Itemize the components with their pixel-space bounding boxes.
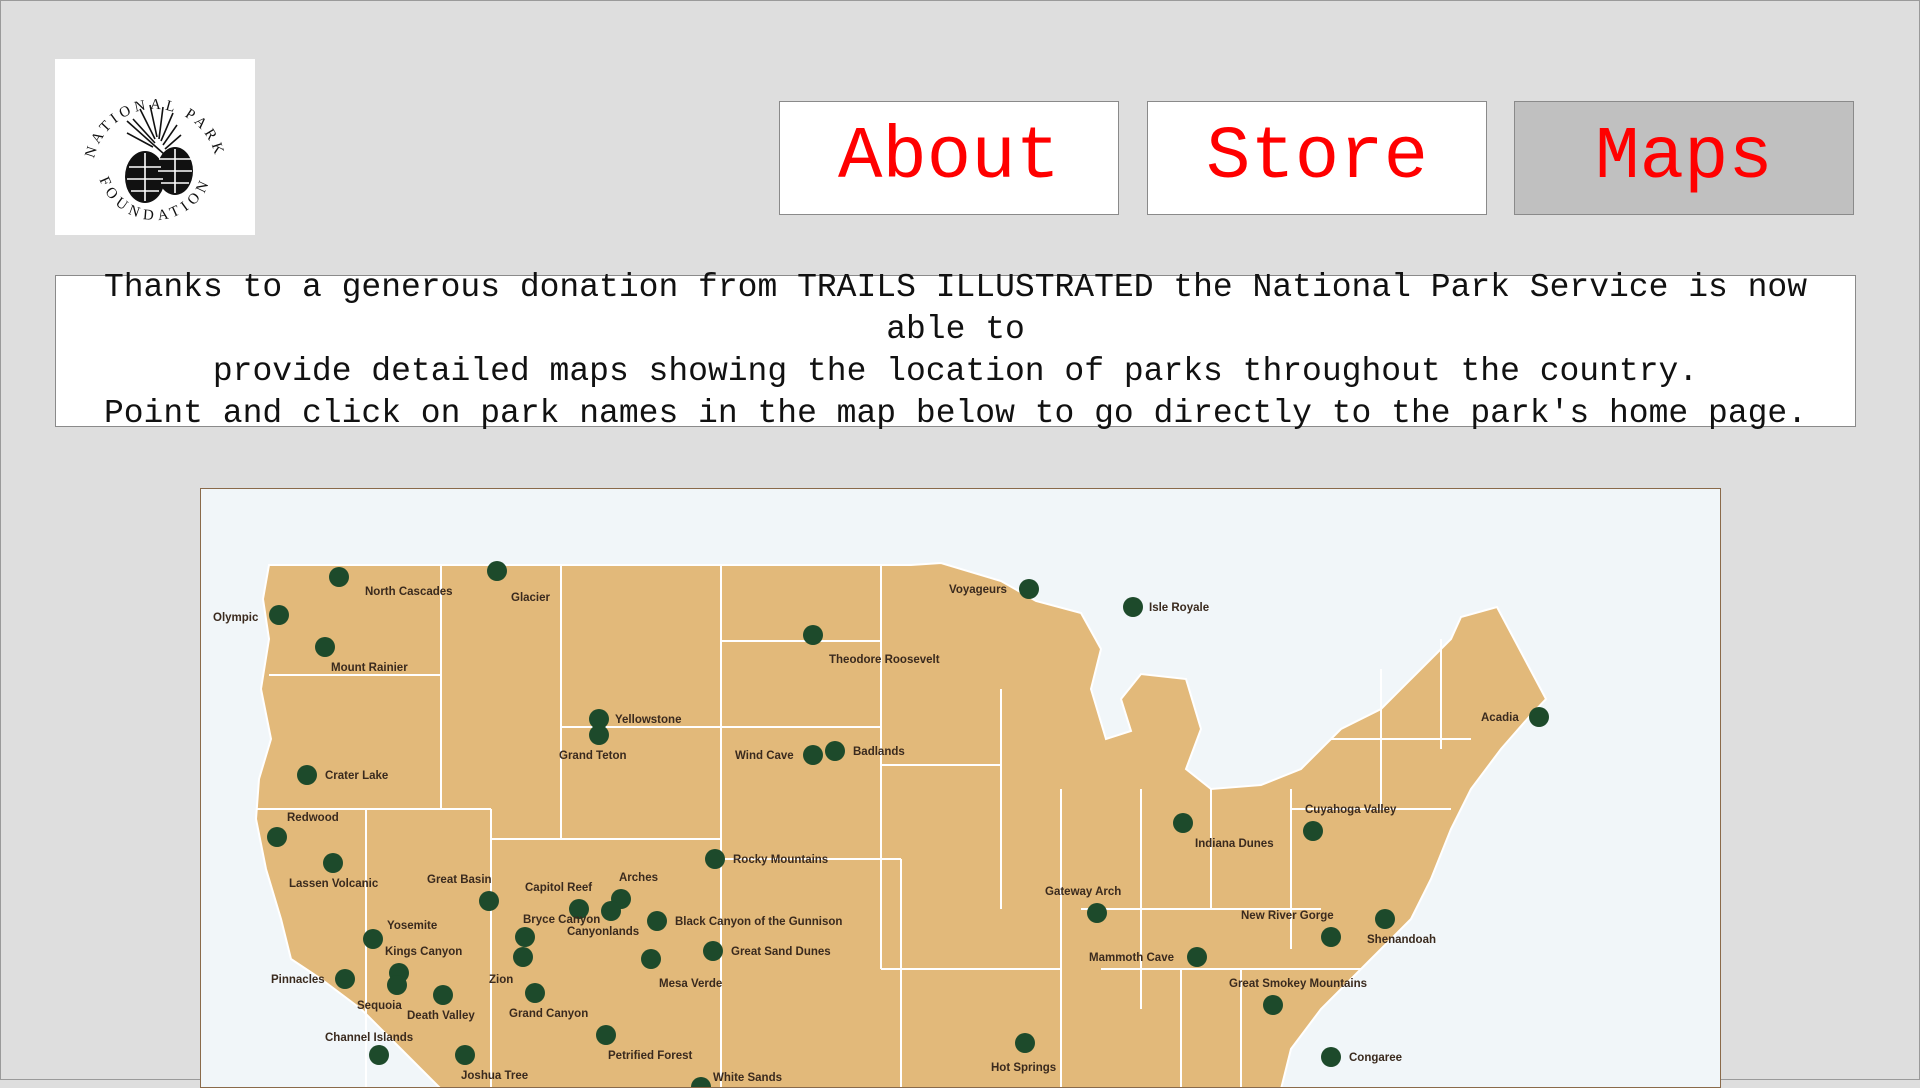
park-label-glacier[interactable]: Glacier — [511, 592, 551, 604]
park-label-canyonlands[interactable]: Canyonlands — [567, 926, 639, 938]
park-label-death-valley[interactable]: Death Valley — [407, 1010, 475, 1022]
park-label-olympic[interactable]: Olympic — [213, 612, 259, 624]
park-label-shenandoah[interactable]: Shenandoah — [1367, 934, 1436, 946]
park-marker-cuyahoga-valley[interactable] — [1303, 821, 1323, 841]
park-marker-rocky-mountains[interactable] — [705, 849, 725, 869]
park-marker-hot-springs[interactable] — [1015, 1033, 1035, 1053]
park-label-mammoth-cave[interactable]: Mammoth Cave — [1089, 952, 1174, 964]
park-label-yellowstone[interactable]: Yellowstone — [615, 714, 681, 726]
park-label-gateway-arch[interactable]: Gateway Arch — [1045, 886, 1121, 898]
about-button[interactable]: About — [779, 101, 1119, 215]
park-label-voyageurs[interactable]: Voyageurs — [949, 584, 1007, 596]
park-link-congaree[interactable]: Congaree — [1321, 1047, 1402, 1067]
park-marker-bryce-canyon[interactable] — [515, 927, 535, 947]
park-label-arches[interactable]: Arches — [619, 872, 658, 884]
park-label-joshua-tree[interactable]: Joshua Tree — [461, 1070, 528, 1082]
park-marker-theodore-roosevelt[interactable] — [803, 625, 823, 645]
park-label-bryce-canyon[interactable]: Bryce Canyon — [523, 914, 600, 926]
park-label-new-river-gorge[interactable]: New River Gorge — [1241, 910, 1334, 922]
park-marker-shenandoah[interactable] — [1375, 909, 1395, 929]
park-label-capitol-reef[interactable]: Capitol Reef — [525, 882, 592, 894]
park-label-grand-canyon[interactable]: Grand Canyon — [509, 1008, 588, 1020]
park-label-lassen-volcanic[interactable]: Lassen Volcanic — [289, 878, 379, 890]
park-label-pinnacles[interactable]: Pinnacles — [271, 974, 325, 986]
park-label-grand-teton[interactable]: Grand Teton — [559, 750, 627, 762]
park-marker-voyageurs[interactable] — [1019, 579, 1039, 599]
park-marker-death-valley[interactable] — [433, 985, 453, 1005]
park-marker-acadia[interactable] — [1529, 707, 1549, 727]
park-marker-petrified-forest[interactable] — [596, 1025, 616, 1045]
park-marker-grand-canyon[interactable] — [525, 983, 545, 1003]
park-label-great-smokey-mountains[interactable]: Great Smokey Mountains — [1229, 978, 1367, 990]
store-button[interactable]: Store — [1147, 101, 1487, 215]
park-marker-channel-islands[interactable] — [369, 1045, 389, 1065]
park-label-isle-royale[interactable]: Isle Royale — [1149, 602, 1209, 614]
park-label-great-sand-dunes[interactable]: Great Sand Dunes — [731, 946, 831, 958]
park-marker-great-basin[interactable] — [479, 891, 499, 911]
intro-line-3: Point and click on park names in the map… — [103, 395, 1808, 432]
park-marker-lassen-volcanic[interactable] — [323, 853, 343, 873]
park-marker-gateway-arch[interactable] — [1087, 903, 1107, 923]
park-marker-yosemite[interactable] — [363, 929, 383, 949]
park-label-rocky-mountains[interactable]: Rocky Mountains — [733, 854, 828, 866]
park-label-congaree[interactable]: Congaree — [1349, 1052, 1402, 1064]
park-label-sequoia[interactable]: Sequoia — [357, 1000, 402, 1012]
national-park-foundation-logo[interactable]: NATIONAL PARK FOUNDATION — [55, 59, 255, 235]
park-label-crater-lake[interactable]: Crater Lake — [325, 770, 388, 782]
park-marker-pinnacles[interactable] — [335, 969, 355, 989]
park-label-white-sands[interactable]: White Sands — [713, 1072, 782, 1084]
park-label-badlands[interactable]: Badlands — [853, 746, 905, 758]
park-marker-redwood[interactable] — [267, 827, 287, 847]
park-marker-great-sand-dunes[interactable] — [703, 941, 723, 961]
park-label-kings-canyon[interactable]: Kings Canyon — [385, 946, 462, 958]
park-label-theodore-roosevelt[interactable]: Theodore Roosevelt — [829, 654, 940, 666]
park-label-petrified-forest[interactable]: Petrified Forest — [608, 1050, 693, 1062]
park-marker-black-canyon-of-the-gunnison[interactable] — [647, 911, 667, 931]
park-marker-sequoia[interactable] — [387, 975, 407, 995]
park-label-redwood[interactable]: Redwood — [287, 812, 339, 824]
park-label-great-basin[interactable]: Great Basin — [427, 874, 492, 886]
park-label-black-canyon-of-the-gunnison[interactable]: Black Canyon of the Gunnison — [675, 916, 842, 928]
park-marker-new-river-gorge[interactable] — [1321, 927, 1341, 947]
maps-button[interactable]: Maps — [1514, 101, 1854, 215]
park-marker-mammoth-cave[interactable] — [1187, 947, 1207, 967]
park-marker-glacier[interactable] — [487, 561, 507, 581]
park-marker-indiana-dunes[interactable] — [1173, 813, 1193, 833]
park-label-cuyahoga-valley[interactable]: Cuyahoga Valley — [1305, 804, 1397, 816]
park-marker-wind-cave[interactable] — [803, 745, 823, 765]
intro-line-1: Thanks to a generous donation from TRAIL… — [103, 269, 1808, 348]
park-marker-congaree[interactable] — [1321, 1047, 1341, 1067]
park-label-indiana-dunes[interactable]: Indiana Dunes — [1195, 838, 1274, 850]
park-marker-mount-rainier[interactable] — [315, 637, 335, 657]
park-label-wind-cave[interactable]: Wind Cave — [735, 750, 794, 762]
park-marker-canyonlands[interactable] — [601, 901, 621, 921]
park-marker-isle-royale[interactable] — [1123, 597, 1143, 617]
park-label-zion[interactable]: Zion — [489, 974, 513, 986]
park-label-yosemite[interactable]: Yosemite — [387, 920, 437, 932]
intro-line-2: provide detailed maps showing the locati… — [212, 353, 1699, 390]
park-marker-mesa-verde[interactable] — [641, 949, 661, 969]
park-label-channel-islands[interactable]: Channel Islands — [325, 1032, 413, 1044]
park-marker-great-smokey-mountains[interactable] — [1263, 995, 1283, 1015]
intro-text-box: Thanks to a generous donation from TRAIL… — [55, 269, 1856, 432]
park-link-olympic[interactable]: Olympic — [213, 605, 289, 625]
park-marker-crater-lake[interactable] — [297, 765, 317, 785]
park-label-acadia[interactable]: Acadia — [1481, 712, 1519, 724]
park-label-north-cascades[interactable]: North Cascades — [365, 586, 453, 598]
park-marker-grand-teton[interactable] — [589, 725, 609, 745]
us-parks-map: North Cascades Glacier Olympic Mount Rainie… — [200, 488, 1721, 1088]
park-marker-joshua-tree[interactable] — [455, 1045, 475, 1065]
park-marker-north-cascades[interactable] — [329, 567, 349, 587]
park-label-mesa-verde[interactable]: Mesa Verde — [659, 978, 722, 990]
park-marker-zion[interactable] — [513, 947, 533, 967]
park-label-mount-rainier[interactable]: Mount Rainier — [331, 662, 408, 674]
park-marker-badlands[interactable] — [825, 741, 845, 761]
park-label-hot-springs[interactable]: Hot Springs — [991, 1062, 1056, 1074]
park-marker-olympic[interactable] — [269, 605, 289, 625]
park-link-isle-royale[interactable]: Isle Royale — [1123, 597, 1209, 617]
